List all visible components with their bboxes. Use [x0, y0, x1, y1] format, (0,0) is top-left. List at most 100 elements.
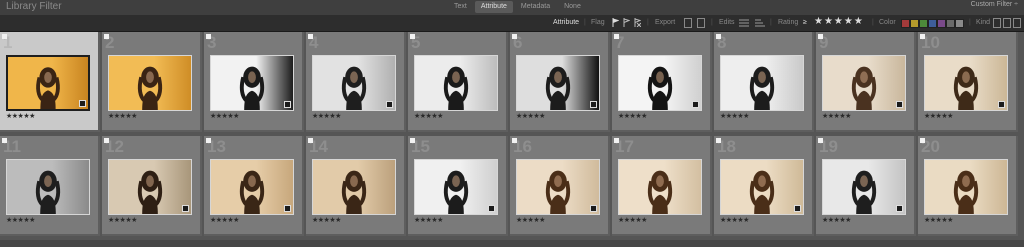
quick-collection-marker-icon[interactable] [410, 34, 415, 39]
thumbnail-cell[interactable]: 19 ★★★★★ [816, 136, 916, 236]
thumbnail-cell[interactable]: 1 ★★★★★ [0, 32, 100, 132]
star-rating[interactable]: ★★★★★ [210, 217, 239, 225]
color-swatch-none[interactable] [955, 19, 964, 28]
photo-thumbnail[interactable] [924, 55, 1008, 111]
star-rating[interactable]: ★★★★★ [720, 217, 749, 225]
photo-thumbnail[interactable] [210, 159, 294, 215]
quick-collection-marker-icon[interactable] [920, 34, 925, 39]
kind-virtual-icon[interactable] [1003, 18, 1011, 28]
photo-thumbnail[interactable] [108, 159, 192, 215]
thumbnail-cell[interactable]: 15 ★★★★★ [408, 136, 508, 236]
color-swatch-green[interactable] [919, 19, 928, 28]
photo-thumbnail[interactable] [108, 55, 192, 111]
thumbnail-cell[interactable]: 10 ★★★★★ [918, 32, 1018, 132]
tab-text[interactable]: Text [448, 1, 473, 13]
thumbnail-cell[interactable]: 17 ★★★★★ [612, 136, 712, 236]
photo-thumbnail[interactable] [6, 159, 90, 215]
tab-metadata[interactable]: Metadata [515, 1, 556, 13]
star-rating[interactable]: ★★★★★ [618, 217, 647, 225]
star-rating[interactable]: ★★★★★ [6, 113, 35, 121]
tab-none[interactable]: None [558, 1, 587, 13]
thumbnail-cell[interactable]: 4 ★★★★★ [306, 32, 406, 132]
edited-icon[interactable] [739, 18, 749, 27]
color-swatch-blue[interactable] [928, 19, 937, 28]
tab-attribute[interactable]: Attribute [474, 1, 513, 13]
custom-filter-dropdown[interactable]: Custom Filter ÷ [971, 1, 1018, 8]
star-rating[interactable]: ★★★★★ [6, 217, 35, 225]
star-rating[interactable]: ★★★★★ [414, 217, 443, 225]
export-virtual-icon[interactable] [684, 18, 692, 28]
star-rating[interactable]: ★★★★★ [822, 217, 851, 225]
photo-thumbnail[interactable] [618, 159, 702, 215]
photo-thumbnail[interactable] [312, 55, 396, 111]
star-rating[interactable]: ★★★★★ [924, 113, 953, 121]
thumbnail-cell[interactable]: 14 ★★★★★ [306, 136, 406, 236]
color-swatch-red[interactable] [901, 19, 910, 28]
thumbnail-cell[interactable]: 2 ★★★★★ [102, 32, 202, 132]
photo-thumbnail[interactable] [516, 55, 600, 111]
quick-collection-marker-icon[interactable] [308, 34, 313, 39]
quick-collection-marker-icon[interactable] [614, 34, 619, 39]
star-rating[interactable]: ★★★★★ [618, 113, 647, 121]
thumbnail-cell[interactable]: 20 ★★★★★ [918, 136, 1018, 236]
flag-icon[interactable] [612, 18, 619, 27]
thumbnail-cell[interactable]: 6 ★★★★★ [510, 32, 610, 132]
thumbnail-cell[interactable]: 8 ★★★★★ [714, 32, 814, 132]
star-rating[interactable]: ★★★★★ [312, 113, 341, 121]
photo-thumbnail[interactable] [414, 159, 498, 215]
photo-thumbnail[interactable] [414, 55, 498, 111]
thumbnail-cell[interactable]: 12 ★★★★★ [102, 136, 202, 236]
photo-thumbnail[interactable] [516, 159, 600, 215]
photo-thumbnail[interactable] [822, 55, 906, 111]
thumbnail-cell[interactable]: 9 ★★★★★ [816, 32, 916, 132]
star-rating[interactable]: ★★★★★ [516, 113, 545, 121]
rating-filter-stars[interactable]: ★★★★★ [814, 16, 864, 27]
quick-collection-marker-icon[interactable] [206, 34, 211, 39]
quick-collection-marker-icon[interactable] [308, 138, 313, 143]
thumbnail-cell[interactable]: 18 ★★★★★ [714, 136, 814, 236]
unflagged-icon[interactable] [623, 18, 630, 27]
quick-collection-marker-icon[interactable] [818, 34, 823, 39]
rating-operator[interactable]: ≥ [803, 17, 807, 28]
thumbnail-cell[interactable]: 11 ★★★★★ [0, 136, 100, 236]
quick-collection-marker-icon[interactable] [104, 138, 109, 143]
star-rating[interactable]: ★★★★★ [108, 113, 137, 121]
star-rating[interactable]: ★★★★★ [720, 113, 749, 121]
star-rating[interactable]: ★★★★★ [516, 217, 545, 225]
kind-master-icon[interactable] [993, 18, 1001, 28]
quick-collection-marker-icon[interactable] [2, 138, 7, 143]
photo-thumbnail[interactable] [6, 55, 90, 111]
thumbnail-cell[interactable]: 5 ★★★★★ [408, 32, 508, 132]
star-rating[interactable]: ★★★★★ [108, 217, 137, 225]
star-rating[interactable]: ★★★★★ [312, 217, 341, 225]
thumbnail-cell[interactable]: 16 ★★★★★ [510, 136, 610, 236]
photo-thumbnail[interactable] [720, 159, 804, 215]
photo-thumbnail[interactable] [924, 159, 1008, 215]
reject-flag-icon[interactable] [634, 18, 641, 27]
quick-collection-marker-icon[interactable] [512, 34, 517, 39]
photo-thumbnail[interactable] [618, 55, 702, 111]
photo-thumbnail[interactable] [720, 55, 804, 111]
quick-collection-marker-icon[interactable] [512, 138, 517, 143]
star-rating[interactable]: ★★★★★ [414, 113, 443, 121]
quick-collection-marker-icon[interactable] [716, 34, 721, 39]
thumbnail-cell[interactable]: 3 ★★★★★ [204, 32, 304, 132]
star-rating[interactable]: ★★★★★ [822, 113, 851, 121]
quick-collection-marker-icon[interactable] [920, 138, 925, 143]
color-swatch-custom[interactable] [946, 19, 955, 28]
quick-collection-marker-icon[interactable] [2, 34, 7, 39]
quick-collection-marker-icon[interactable] [818, 138, 823, 143]
thumbnail-cell[interactable]: 13 ★★★★★ [204, 136, 304, 236]
export-master-icon[interactable] [697, 18, 705, 28]
thumbnail-cell[interactable]: 7 ★★★★★ [612, 32, 712, 132]
kind-video-icon[interactable] [1013, 18, 1021, 28]
unedited-icon[interactable] [755, 18, 765, 27]
quick-collection-marker-icon[interactable] [716, 138, 721, 143]
quick-collection-marker-icon[interactable] [206, 138, 211, 143]
star-rating[interactable]: ★★★★★ [210, 113, 239, 121]
quick-collection-marker-icon[interactable] [614, 138, 619, 143]
photo-thumbnail[interactable] [210, 55, 294, 111]
photo-thumbnail[interactable] [312, 159, 396, 215]
photo-thumbnail[interactable] [822, 159, 906, 215]
color-swatch-purple[interactable] [937, 19, 946, 28]
